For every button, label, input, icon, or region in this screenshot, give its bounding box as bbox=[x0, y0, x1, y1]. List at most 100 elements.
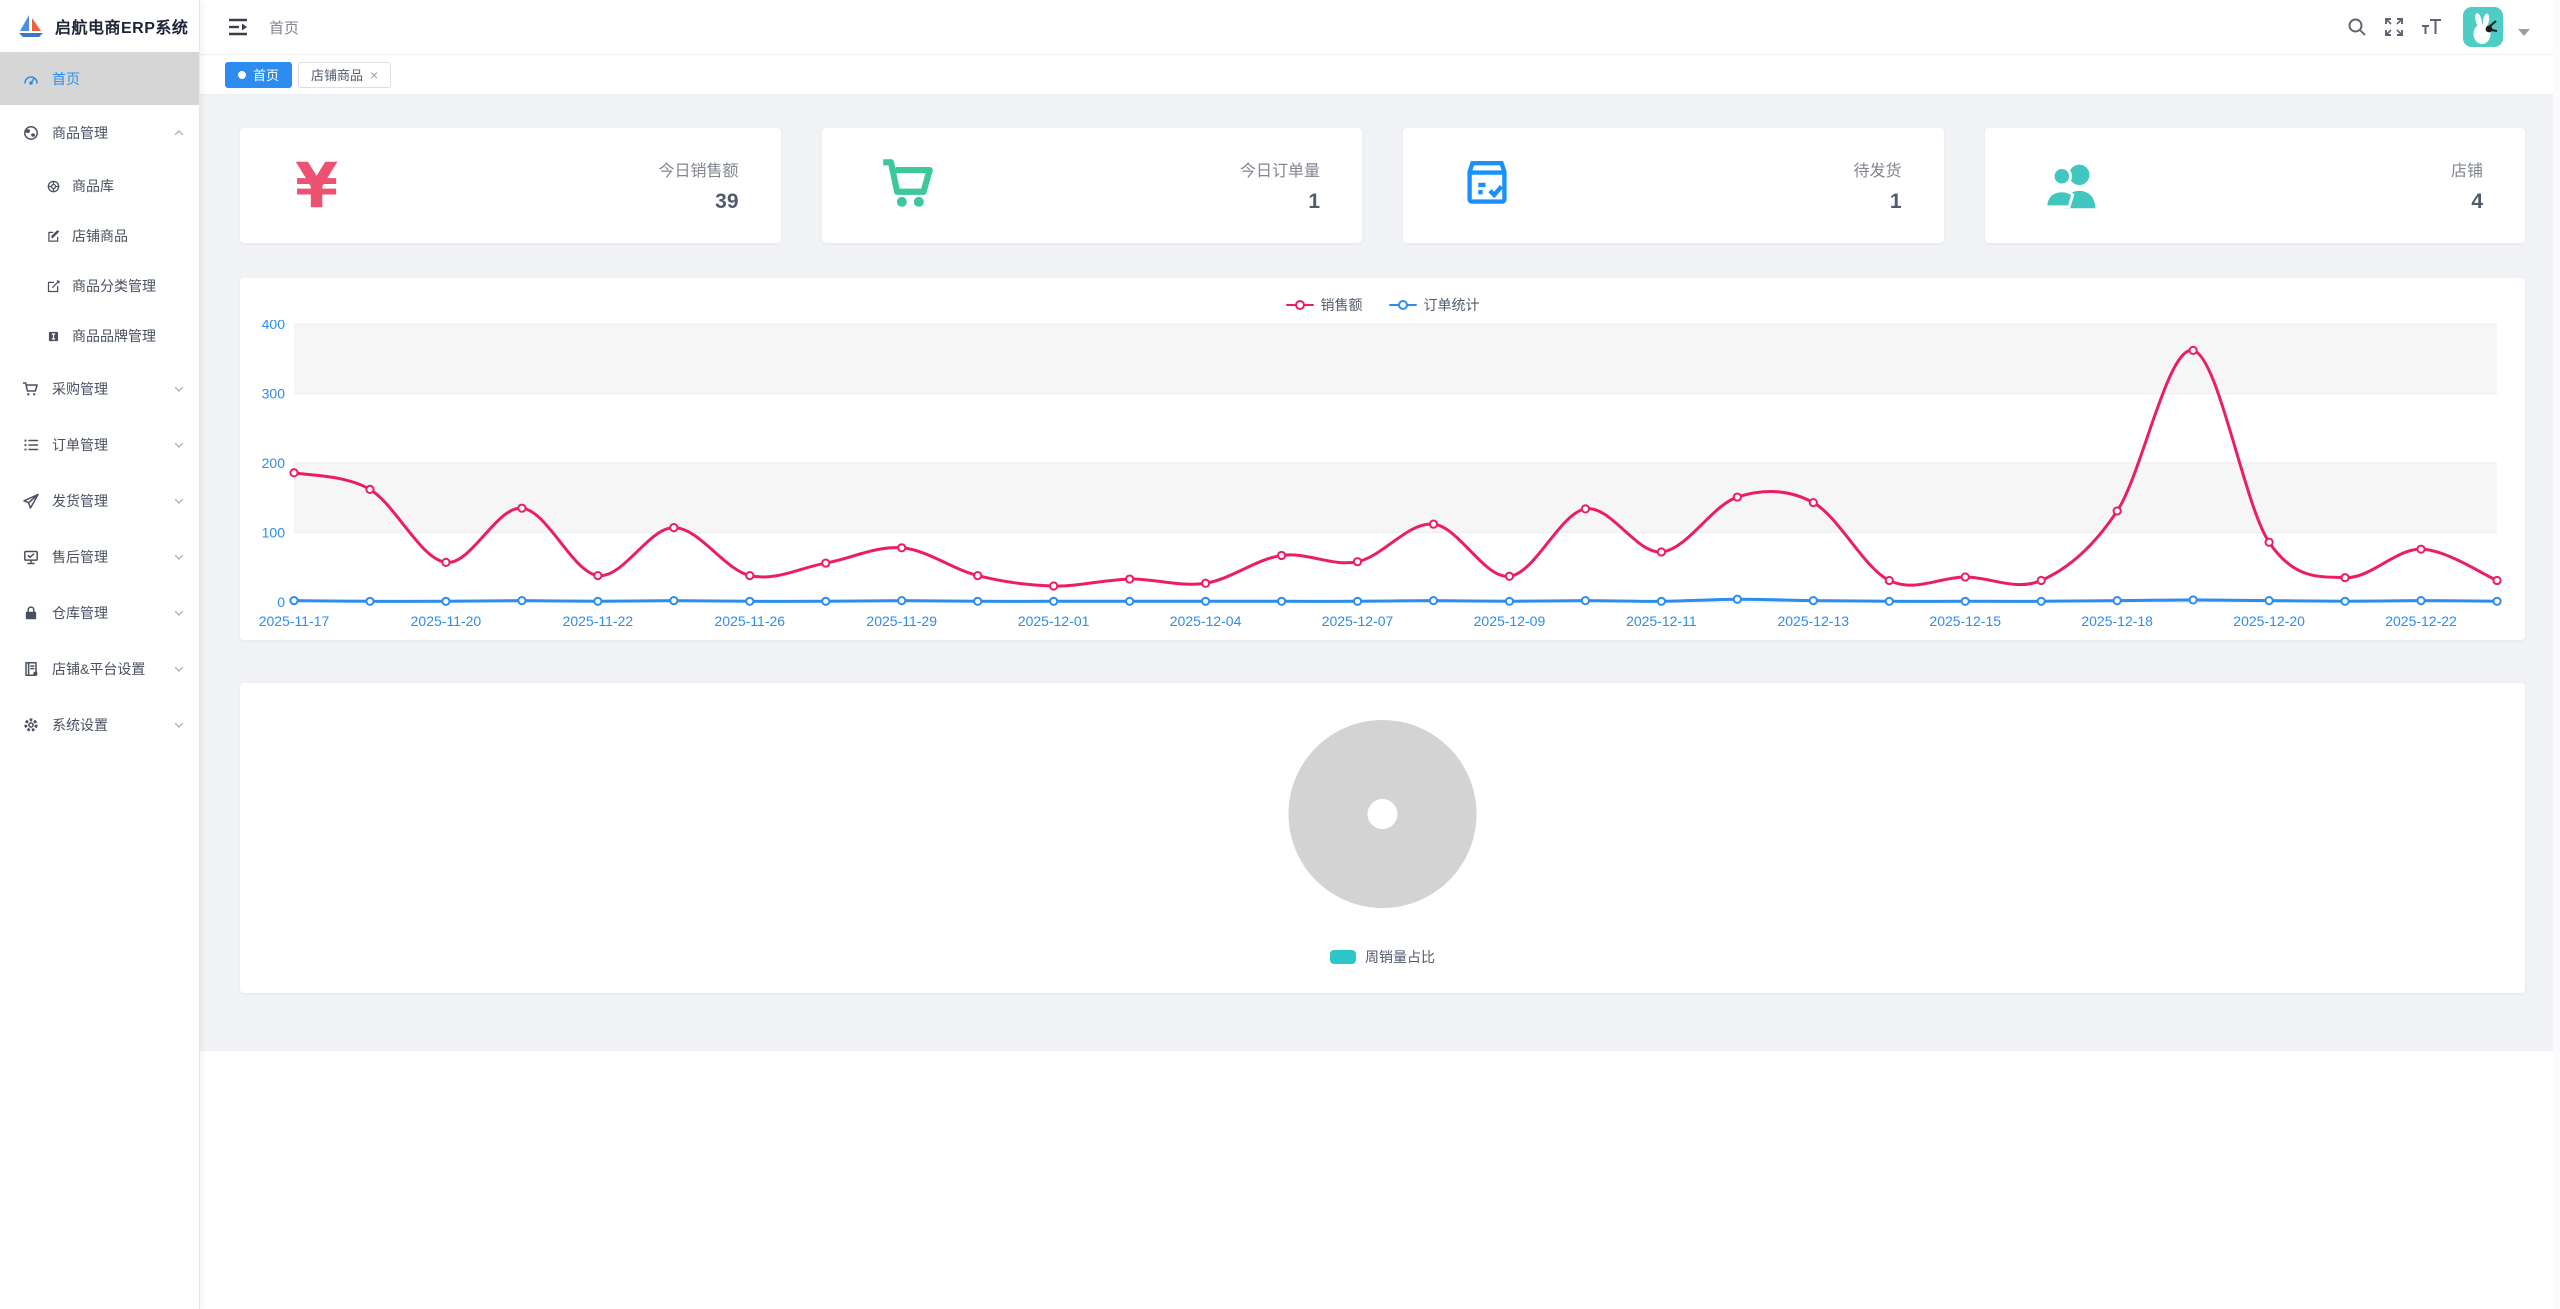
lock-icon bbox=[22, 604, 40, 622]
app-logo: 启航电商ERP系统 bbox=[0, 0, 199, 52]
stat-card-label: 今日订单量 bbox=[1240, 157, 1320, 181]
font-size-icon[interactable] bbox=[2420, 16, 2442, 38]
caret-down-icon[interactable] bbox=[2518, 29, 2530, 36]
svg-text:2025-11-22: 2025-11-22 bbox=[563, 613, 634, 629]
list-icon bbox=[22, 436, 40, 454]
sidebar-item-home[interactable]: 首页 bbox=[0, 52, 199, 105]
sidebar-item-shop-products[interactable]: 店铺商品 bbox=[0, 211, 199, 261]
stat-card-pending-shipment: 待发货 1 bbox=[1403, 128, 1944, 243]
sidebar-item-label: 商品分类管理 bbox=[72, 276, 156, 296]
brand-i-icon bbox=[46, 329, 61, 344]
edit-square-icon bbox=[46, 279, 61, 294]
yen-icon: ¥ bbox=[295, 153, 361, 219]
svg-text:2025-12-22: 2025-12-22 bbox=[2385, 613, 2457, 629]
dashboard-icon bbox=[22, 70, 40, 88]
sidebar-item-label: 首页 bbox=[52, 69, 80, 89]
sidebar-item-label: 发货管理 bbox=[52, 491, 108, 511]
sidebar-item-aftersale-management[interactable]: 售后管理 bbox=[0, 529, 199, 585]
tab-close-icon[interactable]: × bbox=[370, 68, 378, 82]
sidebar-item-warehouse-management[interactable]: 仓库管理 bbox=[0, 585, 199, 641]
topbar-actions bbox=[2346, 7, 2530, 47]
legend-label: 销售额 bbox=[1321, 295, 1363, 315]
paper-plane-icon bbox=[22, 492, 40, 510]
sidebar-item-label: 订单管理 bbox=[52, 435, 108, 455]
legend-item-sales[interactable]: 销售额 bbox=[1286, 295, 1363, 315]
svg-text:2025-12-09: 2025-12-09 bbox=[1474, 613, 1546, 629]
sales-orders-chart-card: 销售额 订单统计 01002003004002025-11-172025-11-… bbox=[240, 278, 2525, 640]
svg-text:200: 200 bbox=[262, 455, 286, 471]
stat-card-text: 待发货 1 bbox=[1853, 157, 1901, 214]
sidebar-section-aftersale-management: 售后管理 bbox=[0, 529, 199, 585]
donut-legend-swatch bbox=[1330, 950, 1356, 964]
svg-text:2025-12-04: 2025-12-04 bbox=[1170, 613, 1242, 629]
compose-icon bbox=[46, 229, 61, 244]
stat-card-value: 39 bbox=[658, 190, 738, 214]
sidebar-item-system-settings[interactable]: 系统设置 bbox=[0, 697, 199, 753]
sidebar-collapse-icon[interactable] bbox=[225, 14, 251, 40]
sidebar-item-purchase-management[interactable]: 采购管理 bbox=[0, 361, 199, 417]
monitor-check-icon bbox=[22, 548, 40, 566]
sidebar-menu: 首页 商品管理 商品库 店铺商品 商品分类管理 商品品牌管理 bbox=[0, 52, 199, 753]
sidebar-item-label: 采购管理 bbox=[52, 379, 108, 399]
main-area: 首页 bbox=[200, 0, 2560, 1309]
parcel-check-icon bbox=[1458, 153, 1524, 219]
sidebar-item-label: 店铺商品 bbox=[72, 226, 128, 246]
stat-card-value: 1 bbox=[1240, 190, 1320, 214]
chevron-down-icon bbox=[173, 719, 185, 731]
tab-label: 首页 bbox=[253, 65, 279, 84]
ledger-icon bbox=[22, 660, 40, 678]
cart-icon bbox=[22, 380, 40, 398]
svg-text:400: 400 bbox=[262, 320, 286, 332]
buoy-icon bbox=[46, 179, 61, 194]
stat-cards-row: ¥ 今日销售额 39 今日订单量 1 待发货 1 店铺 4 bbox=[240, 128, 2525, 243]
svg-text:2025-12-07: 2025-12-07 bbox=[1322, 613, 1394, 629]
gear-icon bbox=[22, 716, 40, 734]
chevron-down-icon bbox=[173, 383, 185, 395]
sidebar-section-order-management: 订单管理 bbox=[0, 417, 199, 473]
svg-text:100: 100 bbox=[262, 525, 286, 541]
chevron-down-icon bbox=[173, 439, 185, 451]
sidebar-section-home: 首页 bbox=[0, 52, 199, 105]
sidebar-item-label: 商品品牌管理 bbox=[72, 326, 156, 346]
svg-text:2025-12-15: 2025-12-15 bbox=[1929, 613, 2001, 629]
donut-legend-label: 周销量占比 bbox=[1365, 947, 1435, 967]
people-icon bbox=[2040, 153, 2106, 219]
tab-bar: 首页店铺商品× bbox=[200, 55, 2560, 95]
page-scrollbar[interactable] bbox=[2553, 0, 2560, 1309]
tab-shop-products[interactable]: 店铺商品× bbox=[298, 62, 391, 88]
legend-label: 订单统计 bbox=[1424, 295, 1480, 315]
stat-card-shops: 店铺 4 bbox=[1985, 128, 2526, 243]
tab-home[interactable]: 首页 bbox=[225, 62, 292, 88]
sidebar-section-purchase-management: 采购管理 bbox=[0, 361, 199, 417]
sidebar-section-warehouse-management: 仓库管理 bbox=[0, 585, 199, 641]
sidebar-item-product-library[interactable]: 商品库 bbox=[0, 161, 199, 211]
week-sales-donut-chart bbox=[258, 683, 2507, 933]
globe-icon bbox=[22, 124, 40, 142]
sidebar-item-shop-platform-settings[interactable]: 店铺&平台设置 bbox=[0, 641, 199, 697]
donut-chart-legend[interactable]: 周销量占比 bbox=[240, 947, 2525, 967]
stat-card-text: 今日销售额 39 bbox=[658, 157, 738, 214]
legend-item-orders[interactable]: 订单统计 bbox=[1389, 295, 1480, 315]
stat-card-today-sales: ¥ 今日销售额 39 bbox=[240, 128, 781, 243]
svg-text:2025-12-20: 2025-12-20 bbox=[2233, 613, 2305, 629]
stat-card-label: 待发货 bbox=[1853, 157, 1901, 181]
svg-text:300: 300 bbox=[262, 386, 286, 402]
sidebar-item-product-management[interactable]: 商品管理 bbox=[0, 105, 199, 161]
sidebar-item-label: 售后管理 bbox=[52, 547, 108, 567]
stat-card-label: 店铺 bbox=[2451, 157, 2483, 181]
search-icon[interactable] bbox=[2346, 16, 2368, 38]
svg-text:2025-12-01: 2025-12-01 bbox=[1018, 613, 1090, 629]
sidebar-item-shipping-management[interactable]: 发货管理 bbox=[0, 473, 199, 529]
svg-text:2025-11-29: 2025-11-29 bbox=[866, 613, 937, 629]
sidebar-item-order-management[interactable]: 订单管理 bbox=[0, 417, 199, 473]
svg-text:2025-11-26: 2025-11-26 bbox=[715, 613, 786, 629]
fullscreen-icon[interactable] bbox=[2383, 16, 2405, 38]
breadcrumb[interactable]: 首页 bbox=[269, 17, 299, 38]
chevron-down-icon bbox=[173, 663, 185, 675]
sidebar-item-product-category-management[interactable]: 商品分类管理 bbox=[0, 261, 199, 311]
week-sales-donut-card: 周销量占比 bbox=[240, 683, 2525, 993]
sidebar-item-product-brand-management[interactable]: 商品品牌管理 bbox=[0, 311, 199, 361]
chevron-down-icon bbox=[173, 495, 185, 507]
avatar[interactable] bbox=[2463, 7, 2503, 47]
sidebar-section-product-management: 商品管理 商品库 店铺商品 商品分类管理 商品品牌管理 bbox=[0, 105, 199, 361]
